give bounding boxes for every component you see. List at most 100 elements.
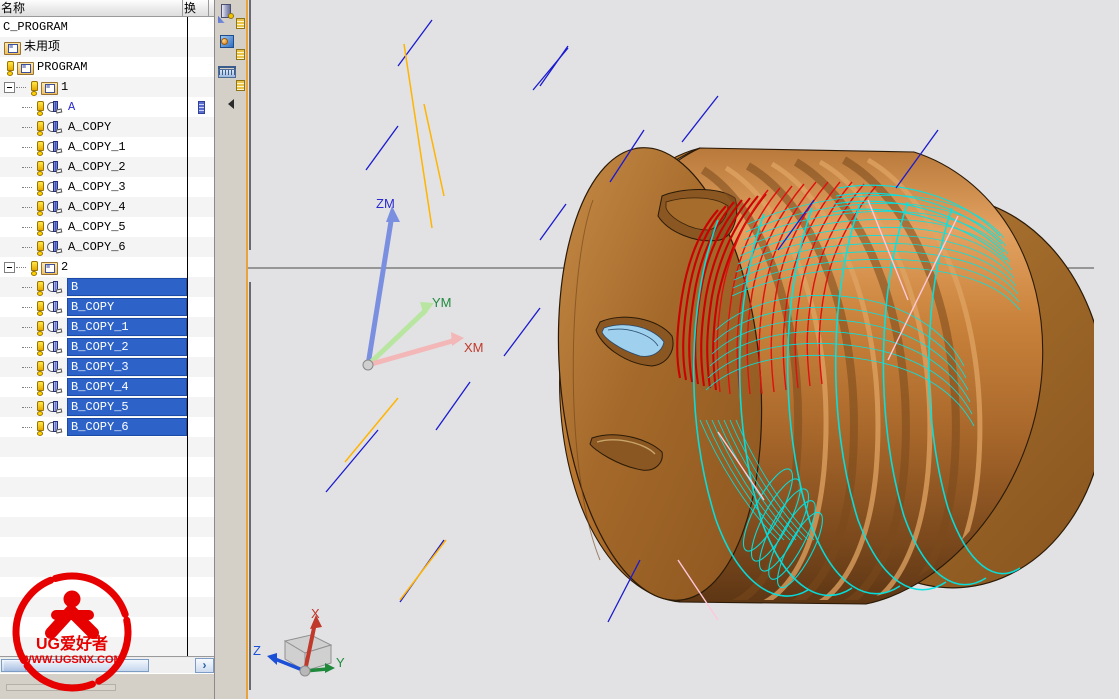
table-row-empty[interactable]: [0, 537, 214, 557]
operation-icon-tail: [55, 408, 63, 414]
table-row[interactable]: A_COPY: [0, 117, 214, 137]
tree-row-name-cell[interactable]: A_COPY_5: [0, 217, 187, 237]
tree-row-transform-cell[interactable]: [187, 97, 214, 117]
table-row-empty[interactable]: [0, 577, 214, 597]
tree-row-transform-cell[interactable]: [187, 337, 214, 357]
table-row[interactable]: B_COPY_6: [0, 417, 214, 437]
table-row-empty[interactable]: [0, 597, 214, 617]
tree-row-transform-cell[interactable]: [187, 57, 214, 77]
table-row[interactable]: B: [0, 277, 214, 297]
table-row[interactable]: B_COPY_1: [0, 317, 214, 337]
tree-row-transform-cell[interactable]: [187, 217, 214, 237]
horizontal-scrollbar[interactable]: ›: [0, 656, 214, 673]
scrollbar-thumb[interactable]: [1, 658, 149, 672]
tree-row-transform-cell[interactable]: [187, 357, 214, 377]
tree-row-name-cell[interactable]: B_COPY_1: [0, 317, 187, 337]
tree-row-name-cell[interactable]: B_COPY_2: [0, 337, 187, 357]
tree-row-name-cell[interactable]: B_COPY_5: [0, 397, 187, 417]
tree-row-transform-cell[interactable]: [187, 37, 214, 57]
table-row-empty[interactable]: [0, 617, 214, 637]
scrollbar-track[interactable]: [0, 657, 195, 673]
tree-row-transform-cell[interactable]: [187, 277, 214, 297]
table-row[interactable]: B_COPY_2: [0, 337, 214, 357]
selected-row-highlight[interactable]: B_COPY_2: [67, 338, 187, 356]
tree-row-name-cell[interactable]: B_COPY: [0, 297, 187, 317]
tree-row-name-cell[interactable]: B_COPY_3: [0, 357, 187, 377]
table-row[interactable]: ≡ 未用项: [0, 37, 214, 57]
operation-tree[interactable]: C_PROGRAM ≡ 未用项 ≡ PROGRAM ≡ 1 A A_COPY A_COPY_1 A_…: [0, 17, 214, 656]
tree-row-name-cell[interactable]: B_COPY_4: [0, 377, 187, 397]
table-row[interactable]: ≡ 1: [0, 77, 214, 97]
scroll-right-button[interactable]: ›: [195, 657, 214, 673]
tree-row-name-cell[interactable]: ≡ PROGRAM: [0, 57, 187, 77]
tree-row-transform-cell[interactable]: [187, 417, 214, 437]
method-badge-icon: [235, 80, 245, 91]
table-row[interactable]: B_COPY: [0, 297, 214, 317]
tree-row-transform-cell[interactable]: [187, 197, 214, 217]
table-row[interactable]: C_PROGRAM: [0, 17, 214, 37]
tree-row-transform-cell[interactable]: [187, 137, 214, 157]
table-row[interactable]: A: [0, 97, 214, 117]
warning-bulb-icon: [28, 260, 39, 276]
tree-row-transform-cell[interactable]: [187, 397, 214, 417]
graphics-viewport[interactable]: ZM YM XM X Y Z: [248, 0, 1119, 699]
table-row-empty[interactable]: [0, 437, 214, 457]
tree-row-name-cell[interactable]: A_COPY_6: [0, 237, 187, 257]
selected-row-highlight[interactable]: B_COPY: [67, 298, 187, 316]
tree-row-transform-cell[interactable]: [187, 77, 214, 97]
table-row[interactable]: B_COPY_4: [0, 377, 214, 397]
table-row[interactable]: A_COPY_5: [0, 217, 214, 237]
table-row[interactable]: A_COPY_4: [0, 197, 214, 217]
tree-row-transform-cell[interactable]: [187, 157, 214, 177]
tree-row-name-cell[interactable]: C_PROGRAM: [0, 17, 187, 37]
selected-row-highlight[interactable]: B_COPY_1: [67, 318, 187, 336]
selected-row-highlight[interactable]: B: [67, 278, 187, 296]
tree-row-name-cell[interactable]: A_COPY: [0, 117, 187, 137]
tree-row-name-cell[interactable]: ≡ 2: [0, 257, 187, 277]
tree-expander-toggle[interactable]: [4, 81, 15, 93]
collapse-panel-button[interactable]: [216, 95, 246, 113]
view-orientation-triad[interactable]: [253, 605, 363, 689]
table-row[interactable]: A_COPY_6: [0, 237, 214, 257]
table-row[interactable]: ≡ 2: [0, 257, 214, 277]
create-method-button[interactable]: [216, 64, 246, 93]
tree-row-name-cell[interactable]: ≡ 未用项: [0, 37, 187, 57]
selected-row-highlight[interactable]: B_COPY_3: [67, 358, 187, 376]
tree-row-transform-cell[interactable]: [187, 17, 214, 37]
tree-row-name-cell[interactable]: B: [0, 277, 187, 297]
table-row[interactable]: B_COPY_3: [0, 357, 214, 377]
table-row-empty[interactable]: [0, 557, 214, 577]
create-geometry-button[interactable]: [216, 33, 246, 62]
tree-row-name-cell[interactable]: B_COPY_6: [0, 417, 187, 437]
table-row-empty[interactable]: [0, 517, 214, 537]
create-tool-button[interactable]: [216, 2, 246, 31]
selected-row-highlight[interactable]: B_COPY_5: [67, 398, 187, 416]
tree-expander-toggle[interactable]: [4, 261, 15, 273]
table-row[interactable]: A_COPY_1: [0, 137, 214, 157]
tree-row-transform-cell[interactable]: [187, 117, 214, 137]
table-row[interactable]: A_COPY_3: [0, 177, 214, 197]
tree-row-transform-cell[interactable]: [187, 317, 214, 337]
tree-row-name-cell[interactable]: A_COPY_4: [0, 197, 187, 217]
tree-row-name-cell[interactable]: ≡ 1: [0, 77, 187, 97]
tree-row-transform-cell[interactable]: [187, 377, 214, 397]
tree-row-transform-cell[interactable]: [187, 297, 214, 317]
column-header-transform[interactable]: 换: [183, 0, 209, 16]
tree-row-transform-cell[interactable]: [187, 177, 214, 197]
tree-row-name-cell[interactable]: A_COPY_1: [0, 137, 187, 157]
selected-row-highlight[interactable]: B_COPY_6: [67, 418, 187, 436]
tree-row-name-cell[interactable]: A_COPY_3: [0, 177, 187, 197]
table-row-empty[interactable]: [0, 497, 214, 517]
table-row-empty[interactable]: [0, 477, 214, 497]
table-row-empty[interactable]: [0, 457, 214, 477]
tree-row-transform-cell[interactable]: [187, 257, 214, 277]
table-row[interactable]: B_COPY_5: [0, 397, 214, 417]
tree-row-transform-cell[interactable]: [187, 237, 214, 257]
column-header-name[interactable]: 名称: [0, 0, 183, 16]
selected-row-highlight[interactable]: B_COPY_4: [67, 378, 187, 396]
tree-row-name-cell[interactable]: A: [0, 97, 187, 117]
table-row-empty[interactable]: [0, 637, 214, 656]
tree-row-name-cell[interactable]: A_COPY_2: [0, 157, 187, 177]
table-row[interactable]: ≡ PROGRAM: [0, 57, 214, 77]
table-row[interactable]: A_COPY_2: [0, 157, 214, 177]
